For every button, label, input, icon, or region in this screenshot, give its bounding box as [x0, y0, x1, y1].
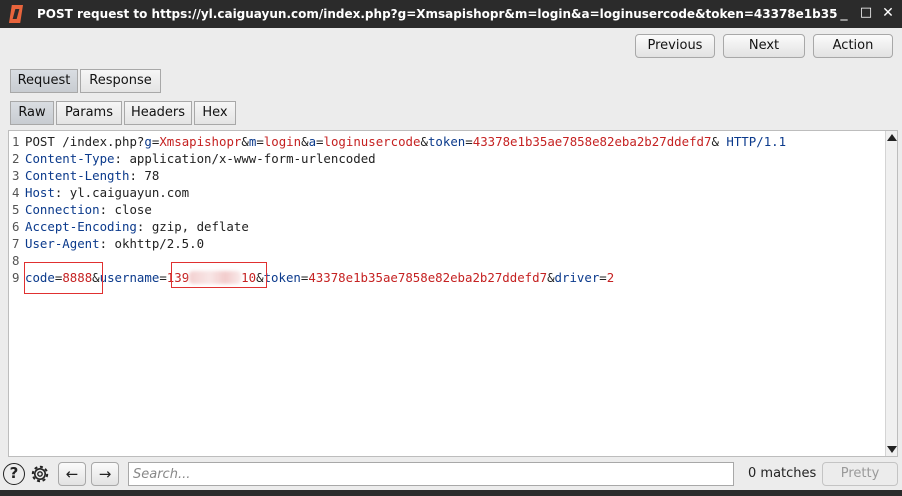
header-value: 78 [144, 168, 160, 183]
body-param-value: 43378e1b35ae7858e82eba2b27ddefd7 [308, 270, 548, 285]
header-value: close [114, 202, 152, 217]
request-path: /index.php? [54, 134, 145, 149]
next-match-button[interactable]: → [91, 462, 119, 486]
header-name: Content-Length [25, 168, 130, 183]
vertical-scrollbar[interactable] [885, 131, 897, 456]
minimize-icon[interactable]: _ [836, 5, 852, 21]
body-param-key: driver [554, 270, 600, 285]
header-name: User-Agent [25, 236, 100, 251]
header-line: 3 Content-Length: 78 [12, 168, 160, 183]
action-button[interactable]: Action [813, 34, 893, 58]
body-param-key: token [263, 270, 301, 285]
maximize-icon[interactable]: □ [858, 5, 874, 21]
tab-hex[interactable]: Hex [194, 101, 236, 125]
param-value: 43378e1b35ae7858e82eba2b27ddefd7 [472, 134, 712, 149]
param-key: a [308, 134, 317, 149]
tab-request[interactable]: Request [10, 69, 78, 93]
gear-icon[interactable] [28, 462, 52, 486]
param-value: loginusercode [323, 134, 421, 149]
header-line: 7 User-Agent: okhttp/2.5.0 [12, 236, 205, 251]
scroll-down-icon[interactable] [887, 446, 897, 453]
highlight-username-box [171, 262, 267, 288]
tab-headers[interactable]: Headers [124, 101, 192, 125]
arrow-right-icon: → [98, 465, 112, 483]
scroll-up-icon[interactable] [887, 134, 897, 141]
match-count: 0 matches [748, 466, 817, 481]
help-icon[interactable]: ? [3, 463, 25, 485]
http-method: POST [25, 134, 55, 149]
tab-params[interactable]: Params [56, 101, 122, 125]
param-value: Xmsapishopr [159, 134, 242, 149]
header-name: Host [25, 185, 55, 200]
http-protocol: HTTP/1.1 [726, 134, 787, 149]
tab-response[interactable]: Response [80, 69, 161, 93]
request-editor[interactable]: 1 POST /index.php?g=Xmsapishopr&m=login&a… [8, 130, 898, 457]
burp-logo-icon [9, 5, 23, 23]
header-value: application/x-www-form-urlencoded [129, 151, 376, 166]
header-value: gzip, deflate [151, 219, 249, 234]
arrow-left-icon: ← [65, 465, 79, 483]
pretty-button[interactable]: Pretty [822, 462, 898, 486]
request-line: 1 POST /index.php?g=Xmsapishopr&m=login&a… [9, 133, 786, 150]
search-input[interactable] [128, 462, 734, 486]
window-bottom-edge [0, 490, 902, 496]
param-key: token [427, 134, 466, 149]
highlight-code-box [24, 262, 103, 294]
window-title: POST request to https://yl.caiguayun.com… [37, 7, 837, 21]
header-name: Content-Type [25, 151, 115, 166]
previous-button[interactable]: Previous [635, 34, 715, 58]
header-name: Connection [25, 202, 100, 217]
param-value: login [263, 134, 302, 149]
header-line: 5 Connection: close [12, 202, 152, 217]
tab-raw[interactable]: Raw [10, 101, 54, 125]
close-icon[interactable]: ✕ [880, 5, 896, 21]
line-number: 1 [12, 134, 20, 149]
next-button[interactable]: Next [723, 34, 805, 58]
header-value: yl.caiguayun.com [69, 185, 190, 200]
header-line: 2 Content-Type: application/x-www-form-ur… [12, 151, 376, 166]
header-value: okhttp/2.5.0 [114, 236, 205, 251]
header-line: 4 Host: yl.caiguayun.com [12, 185, 190, 200]
window-titlebar: POST request to https://yl.caiguayun.com… [0, 0, 902, 28]
body-param-key: username [99, 270, 160, 285]
prev-match-button[interactable]: ← [58, 462, 86, 486]
header-name: Accept-Encoding [25, 219, 137, 234]
param-key: g [144, 134, 152, 149]
body-param-value: 2 [606, 270, 615, 285]
header-line: 6 Accept-Encoding: gzip, deflate [12, 219, 249, 234]
blank-line: 8 [12, 253, 20, 268]
